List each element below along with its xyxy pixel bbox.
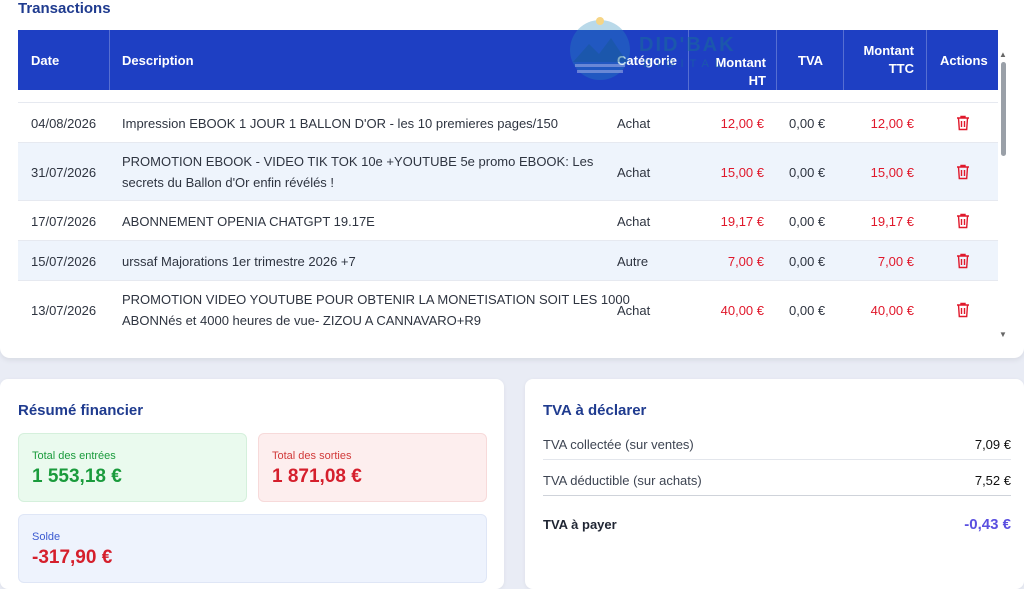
cell-description: Impression EBOOK 1 JOUR 1 BALLON D'OR - … <box>122 115 558 131</box>
delete-button[interactable] <box>956 241 970 281</box>
cell-tva: 0,00 € <box>789 164 826 180</box>
cell-category: Autre <box>617 253 649 269</box>
cell-description: PROMOTION VIDEO YOUTUBE POUR OBTENIR LA … <box>122 292 630 328</box>
trash-icon <box>957 213 969 229</box>
tva-collected-label: TVA collectée (sur ventes) <box>543 437 694 452</box>
cell-amount-ht: 15,00 € <box>720 164 764 180</box>
delete-button[interactable] <box>956 281 970 339</box>
delete-button[interactable] <box>956 201 970 241</box>
cell-amount-ht: 19,17 € <box>720 213 764 229</box>
total-exits-value: 1 871,08 € <box>272 466 362 487</box>
financial-summary-title: Résumé financier <box>18 402 144 419</box>
delete-button[interactable] <box>956 143 970 201</box>
scroll-thumb[interactable] <box>1001 62 1006 156</box>
table-row[interactable]: 31/07/2026 PROMOTION EBOOK - VIDEO TIK T… <box>18 142 998 201</box>
cell-amount-ttc: 12,00 € <box>870 115 914 131</box>
cell-amount-ttc: 19,17 € <box>870 213 914 229</box>
transactions-table: Date Description Catégorie Montant HT TVA… <box>18 30 998 340</box>
cell-description: PROMOTION EBOOK - VIDEO TIK TOK 10e +YOU… <box>122 154 594 190</box>
total-entries-value: 1 553,18 € <box>32 466 122 487</box>
trash-icon <box>957 164 969 180</box>
cell-date: 13/07/2026 <box>31 302 97 318</box>
tva-deductible-row: TVA déductible (sur achats) 7,52 € <box>543 473 1011 488</box>
transactions-panel: Transactions Date Description Catégorie … <box>0 0 1024 358</box>
table-row[interactable]: 17/07/2026 ABONNEMENT OPENIA CHATGPT 19.… <box>18 200 998 241</box>
trash-icon <box>957 302 969 318</box>
balance-value: -317,90 € <box>32 547 113 568</box>
cell-date: 31/07/2026 <box>31 164 97 180</box>
table-row[interactable]: 13/07/2026 PROMOTION VIDEO YOUTUBE POUR … <box>18 280 998 339</box>
balance-card: Solde -317,90 € <box>18 514 487 583</box>
cell-description: ABONNEMENT OPENIA CHATGPT 19.17E <box>122 213 375 229</box>
balance-label: Solde <box>32 531 61 543</box>
total-entries-card: Total des entrées 1 553,18 € <box>18 433 247 502</box>
cell-category: Achat <box>617 213 651 229</box>
cell-date: 17/07/2026 <box>31 213 97 229</box>
total-exits-card: Total des sorties 1 871,08 € <box>258 433 487 502</box>
delete-button[interactable] <box>956 103 970 143</box>
header-date[interactable]: Date <box>31 30 59 90</box>
cell-date: 15/07/2026 <box>31 253 97 269</box>
tva-collected-value: 7,09 € <box>974 437 1011 452</box>
total-entries-label: Total des entrées <box>32 450 116 462</box>
tva-payable-label: TVA à payer <box>543 517 617 532</box>
cell-category: Achat <box>617 302 651 318</box>
tva-deductible-label: TVA déductible (sur achats) <box>543 473 702 488</box>
logo-subtitle: DIGITAL <box>643 58 727 70</box>
tva-payable-value: -0,43 € <box>964 516 1011 533</box>
tva-collected-row: TVA collectée (sur ventes) 7,09 € <box>543 437 1011 452</box>
trash-icon <box>957 115 969 131</box>
trash-icon <box>957 253 969 269</box>
tva-deductible-value: 7,52 € <box>974 473 1011 488</box>
transactions-title: Transactions <box>18 0 111 17</box>
cell-amount-ttc: 40,00 € <box>870 302 914 318</box>
tva-card: TVA à déclarer TVA collectée (sur ventes… <box>525 379 1024 589</box>
cell-category: Achat <box>617 164 651 180</box>
cell-category: Achat <box>617 115 651 131</box>
table-row[interactable]: 15/07/2026 urssaf Majorations 1er trimes… <box>18 240 998 281</box>
cell-tva: 0,00 € <box>789 115 826 131</box>
header-tva[interactable]: TVA <box>798 30 823 90</box>
cell-description: urssaf Majorations 1er trimestre 2026 +7 <box>122 253 356 269</box>
tva-title: TVA à déclarer <box>543 402 647 419</box>
table-scrollbar[interactable]: ▲ ▼ <box>999 32 1009 342</box>
total-exits-label: Total des sorties <box>272 450 352 462</box>
financial-summary-card: Résumé financier Total des entrées 1 553… <box>0 379 504 589</box>
cell-amount-ht: 7,00 € <box>727 253 764 269</box>
tva-payable-row: TVA à payer -0,43 € <box>543 516 1011 533</box>
table-header: Date Description Catégorie Montant HT TVA… <box>18 30 998 90</box>
scroll-up-icon[interactable]: ▲ <box>999 50 1007 59</box>
cell-amount-ttc: 15,00 € <box>870 164 914 180</box>
logo-name: DID'BAK <box>639 34 736 56</box>
logo-emblem-icon <box>570 17 630 80</box>
cell-tva: 0,00 € <box>789 213 826 229</box>
partial-row <box>18 90 998 101</box>
table-row[interactable]: 04/08/2026 Impression EBOOK 1 JOUR 1 BAL… <box>18 102 998 143</box>
cell-date: 04/08/2026 <box>31 115 97 131</box>
cell-amount-ttc: 7,00 € <box>877 253 914 269</box>
header-actions: Actions <box>940 52 988 68</box>
cell-amount-ht: 40,00 € <box>720 302 764 318</box>
header-description[interactable]: Description <box>122 30 194 90</box>
cell-tva: 0,00 € <box>789 253 826 269</box>
scroll-down-icon[interactable]: ▼ <box>999 330 1007 339</box>
cell-tva: 0,00 € <box>789 302 826 318</box>
cell-amount-ht: 12,00 € <box>720 115 764 131</box>
header-amount-ttc[interactable]: Montant TTC <box>844 30 914 90</box>
brand-logo-watermark: DID'BAK DIGITAL <box>565 16 745 80</box>
